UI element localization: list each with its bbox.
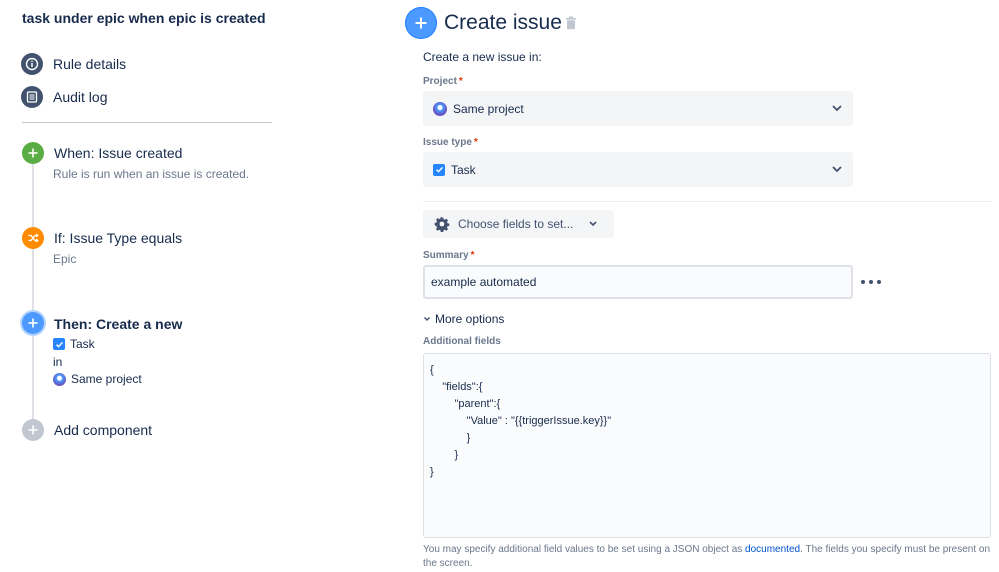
required-mark: * bbox=[470, 250, 475, 261]
summary-label-text: Summary bbox=[423, 250, 469, 261]
project-avatar-icon bbox=[53, 372, 66, 386]
list-icon bbox=[21, 86, 43, 108]
task-checkbox-icon bbox=[53, 338, 65, 350]
editor-title: Create issue bbox=[444, 11, 562, 34]
issue-type-label-text: Issue type bbox=[423, 137, 472, 148]
info-icon bbox=[21, 53, 43, 75]
action-project-label: Same project bbox=[71, 372, 142, 386]
additional-fields-help: You may specify additional field values … bbox=[423, 543, 993, 571]
help-text-before: You may specify additional field values … bbox=[423, 544, 746, 555]
nav-audit-log[interactable]: Audit log bbox=[21, 86, 107, 108]
choose-fields-label: Choose fields to set... bbox=[458, 217, 574, 231]
divider bbox=[423, 201, 991, 202]
task-checkbox-icon bbox=[433, 163, 445, 176]
choose-fields-button[interactable]: Choose fields to set... bbox=[423, 210, 614, 238]
trigger-subtitle: Rule is run when an issue is created. bbox=[53, 167, 250, 181]
project-select-value: Same project bbox=[453, 101, 524, 116]
summary-label: Summary * bbox=[423, 250, 474, 261]
additional-fields-textarea[interactable]: { "fields":{ "parent":{ "Value" : "{{tri… bbox=[423, 353, 991, 538]
action-title[interactable]: Then: Create a new bbox=[54, 316, 182, 332]
rule-sidebar: task under epic when epic is created Rul… bbox=[0, 0, 290, 572]
more-options-toggle[interactable]: More options bbox=[423, 312, 504, 326]
chevron-down-icon bbox=[424, 317, 430, 321]
action-plus-icon[interactable] bbox=[22, 312, 44, 334]
more-actions-icon[interactable] bbox=[861, 274, 881, 290]
chevron-down-icon bbox=[832, 166, 842, 173]
action-issue-type-label: Task bbox=[70, 337, 95, 351]
trigger-plus-icon[interactable] bbox=[22, 142, 44, 164]
issue-type-select-value: Task bbox=[451, 162, 476, 177]
project-label-text: Project bbox=[423, 76, 457, 87]
trigger-title[interactable]: When: Issue created bbox=[54, 145, 182, 161]
nav-rule-details-label: Rule details bbox=[53, 56, 127, 72]
step-connector-line bbox=[32, 162, 34, 432]
editor-subtitle: Create a new issue in: bbox=[423, 50, 542, 64]
required-mark: * bbox=[458, 76, 463, 87]
project-avatar-icon bbox=[433, 101, 447, 116]
chevron-down-icon bbox=[589, 221, 597, 227]
add-component-plus-icon[interactable] bbox=[22, 419, 44, 441]
action-project: Same project bbox=[53, 372, 142, 386]
project-select[interactable]: Same project bbox=[423, 91, 853, 126]
nav-rule-details[interactable]: Rule details bbox=[21, 53, 126, 75]
action-issue-type: Task bbox=[53, 337, 95, 351]
create-issue-editor: Create issue Create a new issue in: Proj… bbox=[400, 0, 999, 572]
summary-input[interactable] bbox=[423, 265, 853, 299]
rule-title: task under epic when epic is created bbox=[22, 10, 266, 26]
condition-shuffle-icon[interactable] bbox=[22, 227, 44, 249]
add-component-button[interactable]: Add component bbox=[54, 422, 152, 438]
action-connector: in bbox=[53, 355, 63, 369]
divider bbox=[22, 122, 272, 123]
gear-icon bbox=[434, 216, 450, 232]
chevron-down-icon bbox=[832, 105, 842, 112]
condition-title[interactable]: If: Issue Type equals bbox=[54, 230, 182, 246]
nav-audit-log-label: Audit log bbox=[53, 89, 108, 105]
more-options-label: More options bbox=[435, 312, 505, 326]
issue-type-select[interactable]: Task bbox=[423, 152, 853, 187]
additional-fields-label: Additional fields bbox=[423, 336, 501, 347]
project-label: Project * bbox=[423, 76, 463, 87]
trash-icon[interactable] bbox=[565, 16, 577, 30]
condition-subtitle: Epic bbox=[53, 252, 77, 266]
documented-link[interactable]: documented bbox=[745, 544, 800, 555]
create-plus-icon bbox=[405, 7, 437, 39]
required-mark: * bbox=[473, 137, 478, 148]
issue-type-label: Issue type * bbox=[423, 137, 478, 148]
